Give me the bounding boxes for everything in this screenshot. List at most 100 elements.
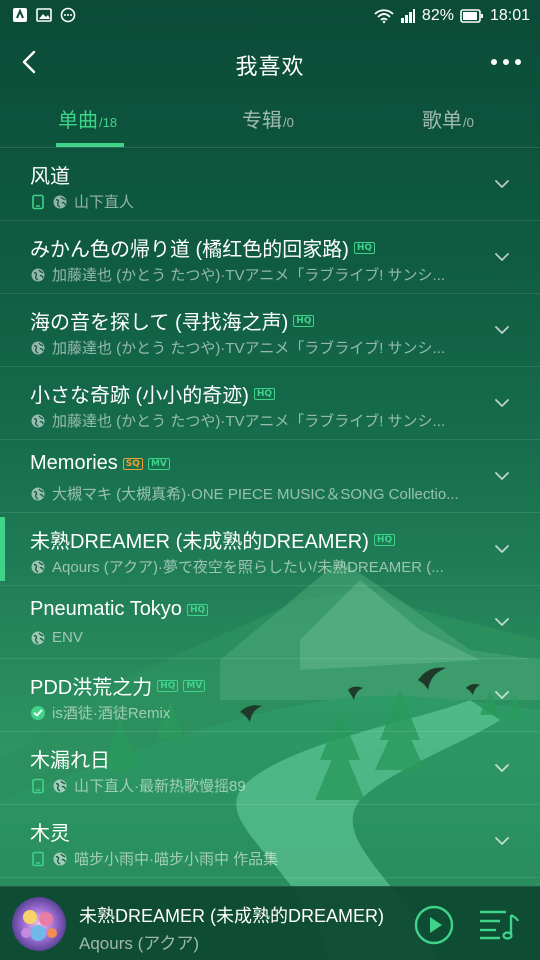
song-row[interactable]: 风道 山下直人: [0, 148, 540, 221]
song-title: 小さな奇跡 (小小的奇迹): [30, 385, 249, 407]
online-globe-icon: [31, 414, 45, 427]
song-row[interactable]: Memories SQ MV 大槻マキ (大槻真希)·ONE PIECE MUSIC＆…: [0, 440, 540, 513]
song-row[interactable]: PDD洪荒之力 HQ MV is酒徒·酒徒Remix: [0, 659, 540, 732]
more-options-icon[interactable]: [490, 54, 522, 70]
online-globe-icon: [53, 195, 67, 208]
song-meta-line: 喵步小雨中·喵步小雨中 作品集: [30, 848, 470, 869]
song-row[interactable]: 未熟DREAMER (未成熟的DREAMER) HQ Aqours (アクア)·夢で…: [0, 513, 540, 586]
mini-player[interactable]: 未熟DREAMER (未成熟的DREAMER) Aqours (アクア): [0, 886, 540, 960]
song-meta-line: is酒徒·酒徒Remix: [30, 702, 470, 723]
song-row[interactable]: 木漏れ日山下直人·最新热歌慢摇89: [0, 732, 540, 805]
local-device-icon: [32, 194, 44, 209]
now-playing-artist: Aqours (アクア): [79, 934, 200, 953]
song-meta-line: 山下直人·最新热歌慢摇89: [30, 775, 470, 796]
header: 我喜欢: [0, 32, 540, 92]
song-row[interactable]: 海の音を探して (寻找海之声) HQ 加藤達也 (かとう たつや)·TVアニメ「ラブ…: [0, 294, 540, 367]
song-title-line: 未熟DREAMER (未成熟的DREAMER) HQ: [30, 525, 470, 554]
song-artist-album: 喵步小雨中·喵步小雨中 作品集: [74, 851, 279, 868]
message-icon: [60, 7, 76, 23]
play-icon[interactable]: [414, 905, 454, 945]
song-artist-album: ENV: [52, 629, 83, 646]
online-globe-icon: [31, 268, 45, 281]
song-artist-album: 加藤達也 (かとう たつや)·TVアニメ「ラブライブ! サンシ...: [52, 267, 446, 284]
app-notification-icon: [13, 8, 27, 22]
tab-count: /0: [463, 115, 474, 130]
song-title-line: みかん色の帰り道 (橘红色的回家路) HQ: [30, 233, 470, 262]
mv-badge: MV: [147, 457, 170, 470]
now-playing-title: 未熟DREAMER (未成熟的DREAMER): [79, 906, 385, 926]
chevron-down-icon[interactable]: [492, 247, 512, 267]
hq-badge: HQ: [373, 533, 396, 546]
image-icon: [36, 8, 52, 22]
song-list: 风道 山下直人みかん色の帰り道 (橘红色的回家路) HQ 加藤達也 (かとう たつや)…: [0, 148, 540, 878]
song-title: 木灵: [30, 823, 70, 845]
local-device-icon: [32, 851, 44, 866]
song-row[interactable]: 小さな奇跡 (小小的奇迹) HQ 加藤達也 (かとう たつや)·TVアニメ「ラブライ…: [0, 367, 540, 440]
tab-albums[interactable]: 专辑/0: [242, 104, 294, 133]
song-title-line: Memories SQ MV: [30, 452, 470, 475]
online-globe-icon: [31, 560, 45, 573]
mv-badge: MV: [183, 679, 206, 692]
tab-label: 歌单: [422, 110, 462, 132]
chevron-down-icon[interactable]: [492, 758, 512, 778]
downloaded-check-icon: [31, 705, 45, 720]
chevron-down-icon[interactable]: [492, 685, 512, 705]
chevron-down-icon[interactable]: [492, 539, 512, 559]
battery-icon: [460, 9, 483, 23]
album-art[interactable]: [12, 897, 66, 951]
hq-badge: HQ: [353, 241, 376, 254]
tab-label: 单曲: [58, 110, 98, 132]
song-artist-album: Aqours (アクア)·夢で夜空を照らしたい/未熟DREAMER (...: [52, 559, 444, 576]
song-title-line: Pneumatic Tokyo HQ: [30, 598, 470, 621]
song-artist-album: is酒徒·酒徒Remix: [52, 705, 171, 722]
song-title-line: 风道: [30, 160, 470, 189]
song-meta-line: 大槻マキ (大槻真希)·ONE PIECE MUSIC＆SONG Collect…: [30, 483, 470, 504]
song-title: Memories: [30, 452, 118, 474]
battery-percent: 82%: [421, 7, 454, 24]
song-artist-album: 山下直人: [74, 194, 135, 211]
status-bar: 82% 18:01: [0, 0, 540, 32]
song-title: PDD洪荒之力: [30, 677, 153, 699]
song-meta-line: 加藤達也 (かとう たつや)·TVアニメ「ラブライブ! サンシ...: [30, 410, 470, 431]
song-title: Pneumatic Tokyo: [30, 598, 182, 620]
song-artist-album: 大槻マキ (大槻真希)·ONE PIECE MUSIC＆SONG Collect…: [52, 486, 459, 503]
song-meta-line: 山下直人: [30, 191, 470, 212]
chevron-down-icon[interactable]: [492, 320, 512, 340]
online-globe-icon: [53, 779, 67, 792]
wifi-icon: [374, 9, 394, 24]
song-title-line: 小さな奇跡 (小小的奇迹) HQ: [30, 379, 470, 408]
song-title: 未熟DREAMER (未成熟的DREAMER): [30, 531, 369, 553]
app-screen: 82% 18:01 我喜欢 单曲/18 专辑/0 歌单/0 风道 山下直人 みか…: [0, 0, 540, 960]
chevron-down-icon[interactable]: [492, 393, 512, 413]
song-title-line: 海の音を探して (寻找海之声) HQ: [30, 306, 470, 335]
song-title: 木漏れ日: [30, 750, 110, 772]
song-title-line: PDD洪荒之力 HQ MV: [30, 671, 470, 700]
song-artist-album: 加藤達也 (かとう たつや)·TVアニメ「ラブライブ! サンシ...: [52, 340, 446, 357]
chevron-down-icon[interactable]: [492, 466, 512, 486]
song-artist-album: 山下直人·最新热歌慢摇89: [74, 778, 246, 795]
song-title: 风道: [30, 166, 70, 188]
tab-playlists[interactable]: 歌单/0: [422, 104, 474, 133]
song-title-line: 木灵: [30, 817, 470, 846]
song-row[interactable]: 木灵 喵步小雨中·喵步小雨中 作品集: [0, 805, 540, 878]
song-row[interactable]: Pneumatic Tokyo HQ ENV: [0, 586, 540, 659]
chevron-down-icon[interactable]: [492, 612, 512, 632]
song-meta-line: 加藤達也 (かとう たつや)·TVアニメ「ラブライブ! サンシ...: [30, 337, 470, 358]
hq-badge: HQ: [157, 679, 179, 692]
chevron-down-icon[interactable]: [492, 831, 512, 851]
song-row[interactable]: みかん色の帰り道 (橘红色的回家路) HQ 加藤達也 (かとう たつや)·TVアニメ…: [0, 221, 540, 294]
tab-label: 专辑: [242, 110, 282, 132]
system-indicators: 82% 18:01: [374, 6, 530, 26]
tab-songs[interactable]: 单曲/18: [58, 104, 117, 133]
song-title-line: 木漏れ日: [30, 744, 470, 773]
notification-icons: [12, 7, 76, 23]
hq-badge: HQ: [253, 387, 276, 400]
hq-badge: HQ: [293, 314, 315, 327]
signal-icon: [400, 9, 415, 23]
local-device-icon: [32, 778, 44, 793]
tab-count: /0: [283, 115, 294, 130]
playlist-icon[interactable]: [478, 907, 520, 941]
song-meta-line: Aqours (アクア)·夢で夜空を照らしたい/未熟DREAMER (...: [30, 556, 470, 577]
chevron-down-icon[interactable]: [492, 174, 512, 194]
page-title: 我喜欢: [235, 54, 305, 79]
